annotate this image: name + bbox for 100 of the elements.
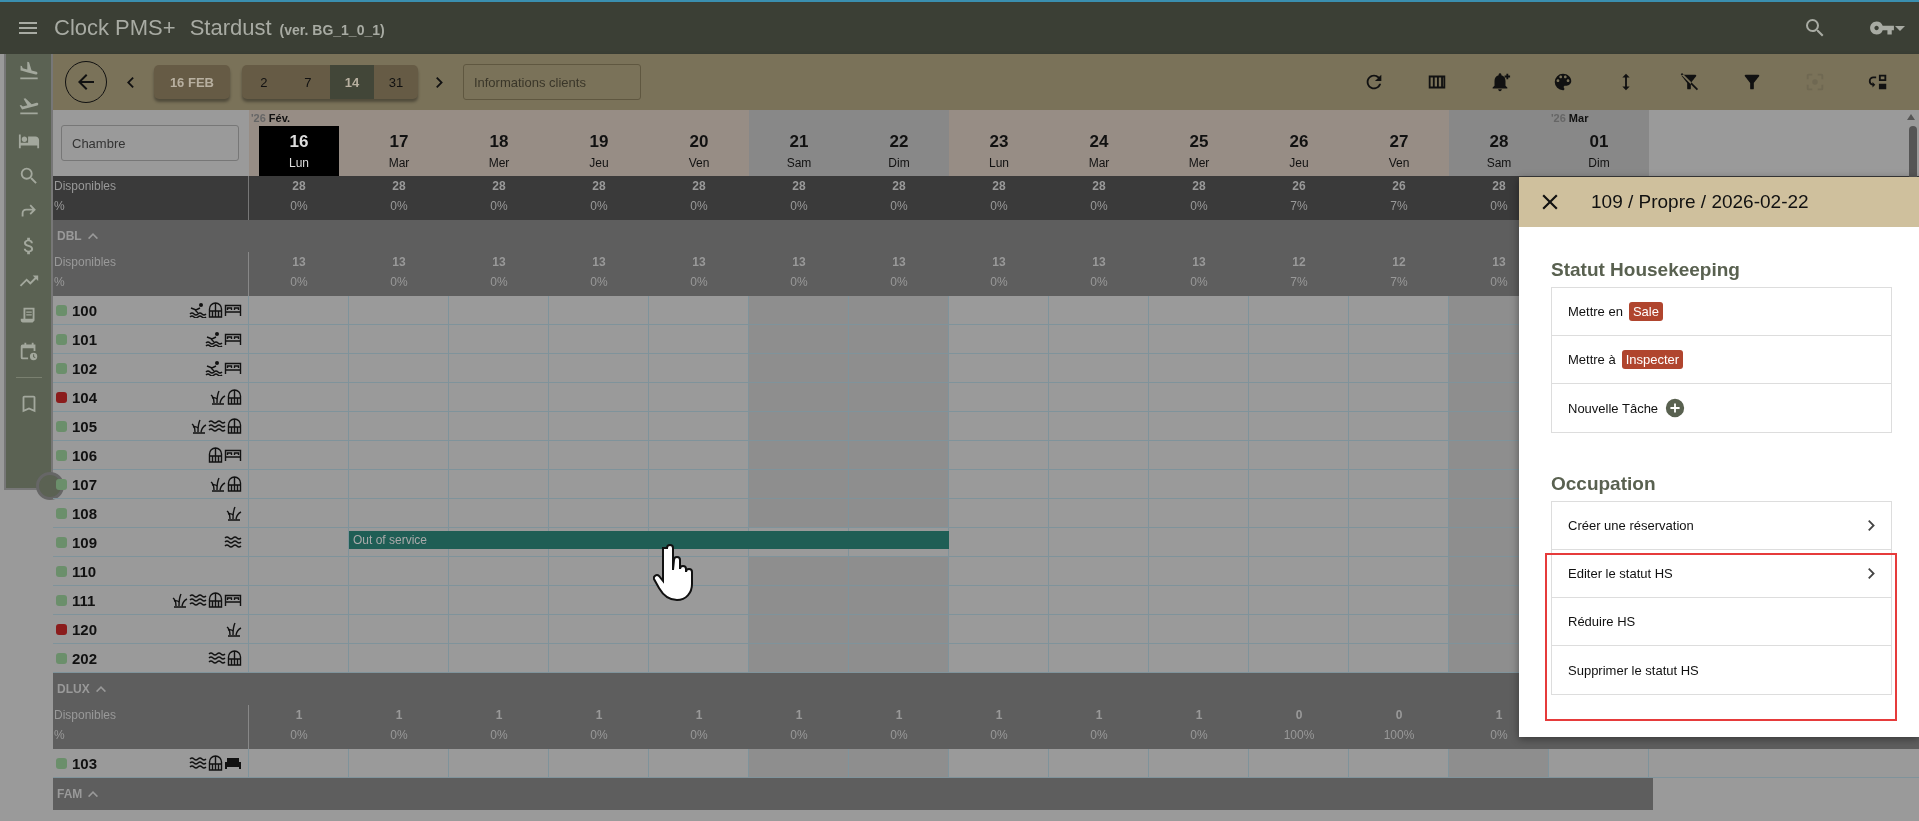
room-type-heading: DLUX [57,682,90,696]
available-count: 28 [392,179,406,193]
occupancy-percent: 0% [1090,275,1108,289]
occupancy-percent: 0% [1190,275,1208,289]
date-tab[interactable]: 26 Jeu [1259,126,1339,176]
room-number[interactable]: 107 [72,475,98,493]
available-count: 1 [695,708,703,722]
date-tab[interactable]: 16 Lun [259,126,339,176]
available-count: 13 [292,255,306,269]
available-count: 13 [1192,255,1206,269]
action-label: Mettre en [1568,304,1623,319]
version-label: (ver. BG_1_0_1) [279,22,385,38]
available-label: Disponibles [54,708,118,722]
date-tab[interactable]: 20 Ven [659,126,739,176]
available-count: 13 [692,255,706,269]
percent-label: % [54,728,66,742]
available-count: 28 [292,179,306,193]
available-count: 1 [995,708,1003,722]
occupancy-percent: 0% [1090,199,1108,213]
available-count: 13 [992,255,1006,269]
room-number[interactable]: 103 [72,754,98,772]
month-label: Fév. [268,111,291,126]
occupancy-percent: 0% [390,728,408,742]
property-name: Stardust [189,15,272,41]
room-number[interactable]: 109 [72,533,98,551]
available-count: 28 [1492,179,1506,193]
range-option[interactable]: 14 [329,65,374,99]
occupancy-percent: 0% [590,275,608,289]
available-count: 28 [992,179,1006,193]
available-count: 28 [492,179,506,193]
occupancy-percent: 7% [1390,275,1408,289]
date-tab[interactable]: 21 Sam [759,126,839,176]
guest-search-field[interactable]: Informations clients [462,64,641,100]
room-type-heading: FAM [57,787,83,801]
occupancy-percent: 0% [490,275,508,289]
date-tab[interactable]: 19 Jeu [559,126,639,176]
room-search-field[interactable]: Chambre [61,125,239,161]
occupancy-percent: 0% [390,199,408,213]
occupancy-percent: 100% [1283,728,1315,742]
app-title: Clock PMS+ [54,15,176,41]
date-tab[interactable]: 22 Dim [859,126,939,176]
status-chip[interactable]: Inspecter [1621,350,1684,369]
occupancy-percent: 0% [790,275,808,289]
occupancy-percent: 0% [890,728,908,742]
date-tab[interactable]: 17 Mar [359,126,439,176]
available-count: 26 [1292,179,1306,193]
available-count: 1 [1095,708,1103,722]
date-tab[interactable]: 01 Dim [1559,126,1639,176]
date-button[interactable]: 16 FEB [153,65,230,99]
out-of-service-bar[interactable]: Out of service [349,531,949,549]
date-tab[interactable]: 28 Sam [1459,126,1539,176]
date-tab[interactable]: 23 Lun [959,126,1039,176]
room-number[interactable]: 102 [72,359,98,377]
action-label: Nouvelle Tâche [1568,400,1659,416]
occupancy-percent: 0% [690,199,708,213]
date-tab[interactable]: 27 Ven [1359,126,1439,176]
available-count: 28 [792,179,806,193]
available-count: 13 [492,255,506,269]
section-heading: Statut Housekeeping [1551,259,1741,281]
available-count: 12 [1292,255,1306,269]
room-number[interactable]: 111 [72,591,96,609]
room-number[interactable]: 100 [72,301,98,319]
available-count: 28 [1192,179,1206,193]
room-number[interactable]: 105 [72,417,98,435]
room-number[interactable]: 104 [72,388,98,406]
room-number[interactable]: 108 [72,504,98,522]
room-number[interactable]: 101 [72,330,98,348]
room-number[interactable]: 202 [72,649,98,667]
available-count: 28 [592,179,606,193]
room-number[interactable]: 120 [72,620,98,638]
available-count: 28 [892,179,906,193]
available-count: 0 [1295,708,1303,722]
occupancy-percent: 0% [790,728,808,742]
date-tab[interactable]: 24 Mar [1059,126,1139,176]
available-count: 1 [1495,708,1503,722]
available-count: 1 [795,708,803,722]
occupancy-percent: 0% [690,728,708,742]
occupancy-percent: 0% [290,199,308,213]
action-label: Mettre à [1568,352,1616,367]
available-count: 1 [495,708,503,722]
occupancy-percent: 0% [890,199,908,213]
room-number[interactable]: 110 [72,562,97,580]
occupancy-percent: 0% [590,728,608,742]
month-label: Mar [1568,111,1589,126]
occupancy-percent: 0% [890,275,908,289]
date-tab[interactable]: 25 Mer [1159,126,1239,176]
available-count: 13 [1492,255,1506,269]
occupancy-percent: 0% [290,275,308,289]
status-chip[interactable]: Sale [1628,302,1663,321]
room-number[interactable]: 106 [72,446,98,464]
date-tab[interactable]: 18 Mer [459,126,539,176]
occupancy-percent: 0% [990,199,1008,213]
available-count: 13 [892,255,906,269]
available-count: 13 [1092,255,1106,269]
occupancy-percent: 0% [990,728,1008,742]
available-count: 1 [595,708,603,722]
available-count: 12 [1392,255,1406,269]
available-count: 1 [895,708,903,722]
occupancy-percent: 0% [490,199,508,213]
occupancy-percent: 0% [490,728,508,742]
